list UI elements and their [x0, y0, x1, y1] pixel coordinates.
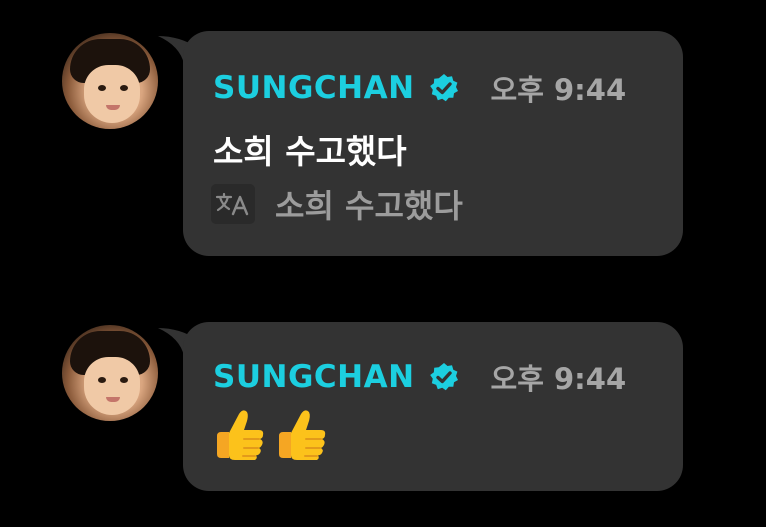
verified-badge-icon [429, 363, 458, 391]
avatar[interactable] [62, 325, 158, 421]
thumbs-up-icon [279, 410, 326, 460]
username[interactable]: SUNGCHAN [213, 359, 415, 395]
avatar[interactable] [62, 33, 158, 129]
message-text: 소희 수고했다 [213, 132, 407, 171]
translation-text: 소희 수고했다 [275, 187, 463, 225]
timestamp: 오후 9:44 [490, 362, 627, 396]
message-header: SUNGCHAN 오후 9:44 [213, 359, 626, 396]
message-bubble[interactable]: SUNGCHAN 오후 9:44 소희 수고했다 소희 수고했다 [183, 31, 683, 256]
username[interactable]: SUNGCHAN [213, 70, 415, 106]
chat-thread: SUNGCHAN 오후 9:44 소희 수고했다 소희 수고했다 SUNGCHA… [0, 0, 766, 527]
message-bubble[interactable]: SUNGCHAN 오후 9:44 [183, 322, 683, 491]
verified-badge-icon [429, 74, 458, 102]
thumbs-up-icon [217, 410, 264, 460]
timestamp: 오후 9:44 [490, 73, 627, 107]
message-header: SUNGCHAN 오후 9:44 [213, 70, 626, 107]
translation-row[interactable]: 소희 수고했다 [211, 181, 463, 227]
translate-icon[interactable] [211, 184, 255, 224]
emoji-row [213, 406, 329, 462]
